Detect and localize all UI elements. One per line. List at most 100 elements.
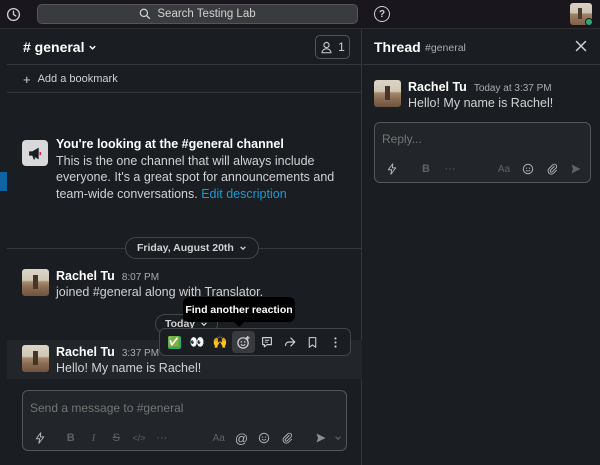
add-bookmark-button[interactable]: + Add a bookmark: [7, 66, 362, 93]
mention-icon[interactable]: @: [230, 429, 253, 447]
toolbar-separator: [52, 429, 60, 447]
plus-icon: +: [23, 71, 31, 87]
message-author[interactable]: Rachel Tu: [408, 80, 467, 94]
save-message-button[interactable]: [302, 331, 324, 353]
share-message-button[interactable]: [279, 331, 301, 353]
send-button[interactable]: [564, 160, 588, 178]
channel-intro-text: You're looking at the #general channel T…: [56, 136, 356, 202]
message-author[interactable]: Rachel Tu: [56, 269, 115, 283]
thread-channel-link[interactable]: #general: [425, 42, 466, 54]
message-composer: B I S </> ··· Aa @: [22, 390, 347, 451]
forward-arrow-icon: [284, 337, 296, 347]
eyes-emoji-icon: 👀: [189, 335, 205, 349]
smiley-icon: [522, 163, 534, 175]
avatar-figure: [385, 86, 390, 100]
text-format-icon[interactable]: Aa: [207, 429, 230, 447]
reply-toolbar: B ··· Aa: [380, 160, 590, 178]
send-options-button[interactable]: [333, 429, 344, 447]
bookmark-icon: [309, 336, 317, 348]
avatar-figure: [33, 275, 38, 289]
channel-name-button[interactable]: # general: [23, 39, 97, 55]
paperclip-icon: [282, 432, 293, 444]
shortcuts-button[interactable]: [380, 160, 404, 178]
emoji-button[interactable]: [253, 429, 276, 447]
paperclip-icon: [547, 163, 558, 175]
attach-button[interactable]: [276, 429, 299, 447]
close-thread-button[interactable]: [573, 38, 589, 54]
message-input[interactable]: [30, 401, 330, 415]
help-icon: ?: [378, 8, 386, 20]
chevron-down-icon: [335, 436, 342, 441]
send-icon: [316, 433, 326, 443]
send-icon: [571, 164, 581, 174]
strikethrough-icon[interactable]: S: [105, 429, 128, 447]
bold-icon[interactable]: B: [59, 429, 82, 447]
avatar-figure: [33, 351, 38, 365]
italic-icon[interactable]: I: [82, 429, 105, 447]
bold-icon[interactable]: B: [414, 160, 438, 178]
avatar[interactable]: [22, 345, 49, 372]
history-button[interactable]: [4, 5, 22, 23]
check-mark-icon: ✅: [167, 335, 181, 349]
tooltip: Find another reaction: [183, 297, 295, 327]
intro-heading-prefix: You're looking at the: [56, 137, 182, 151]
reply-input[interactable]: [382, 132, 582, 146]
thread-title: Thread: [374, 39, 421, 55]
person-icon: [321, 41, 332, 53]
edit-description-link[interactable]: Edit description: [201, 187, 286, 201]
chevron-down-icon: [239, 246, 246, 251]
intro-heading-suffix: channel: [233, 137, 284, 151]
attach-button[interactable]: [540, 160, 564, 178]
emoji-button[interactable]: [516, 160, 540, 178]
search-placeholder: Search Testing Lab: [157, 8, 256, 20]
code-icon[interactable]: </>: [128, 429, 151, 447]
message-text: Hello! My name is Rachel!: [56, 361, 202, 375]
intro-channel-link[interactable]: #general: [182, 137, 233, 151]
more-vertical-icon: [334, 336, 337, 348]
more-formatting-icon[interactable]: ···: [150, 429, 173, 447]
lightning-icon: [387, 163, 397, 175]
channel-pane: # general 1 + Add a bookmark You're look…: [7, 30, 362, 465]
composer-toolbar: B I S </> ··· Aa @: [29, 429, 344, 447]
date-divider-label: Friday, August 20th: [137, 242, 234, 254]
smiley-icon: [259, 432, 270, 444]
avatar[interactable]: [22, 269, 49, 296]
channel-name: # general: [23, 39, 85, 55]
search-icon: [140, 8, 151, 20]
channel-header: # general 1: [7, 30, 362, 65]
thread-pane: Thread #general Rachel Tu Today at 3:37 …: [363, 30, 600, 465]
reaction-check-button[interactable]: ✅: [163, 331, 185, 353]
top-bar: Search Testing Lab ?: [0, 0, 600, 29]
close-icon: [575, 40, 587, 52]
add-emoji-icon: [237, 335, 250, 349]
date-divider-button[interactable]: Friday, August 20th: [125, 237, 259, 259]
reaction-eyes-button[interactable]: 👀: [186, 331, 208, 353]
reply-in-thread-button[interactable]: [256, 331, 278, 353]
avatar-figure: [578, 8, 582, 19]
thread-header: Thread #general: [363, 30, 600, 65]
more-formatting-icon[interactable]: ···: [438, 160, 462, 178]
more-actions-button[interactable]: [325, 331, 347, 353]
reaction-raised-hands-button[interactable]: 🙌: [209, 331, 231, 353]
message-text: Hello! My name is Rachel!: [408, 96, 554, 110]
intro-body: This is the one channel that will always…: [56, 153, 335, 201]
add-reaction-button[interactable]: [232, 331, 255, 353]
thread-icon: [261, 337, 272, 348]
help-button[interactable]: ?: [374, 6, 390, 22]
toolbar-separator: [404, 160, 414, 178]
member-count: 1: [338, 40, 345, 54]
search-bar[interactable]: Search Testing Lab: [37, 4, 358, 24]
shortcuts-button[interactable]: [29, 429, 52, 447]
message-author[interactable]: Rachel Tu: [56, 345, 115, 359]
add-bookmark-label: Add a bookmark: [37, 73, 118, 85]
message-timestamp[interactable]: Today at 3:37 PM: [474, 83, 552, 94]
message-timestamp[interactable]: 3:37 PM: [122, 348, 159, 359]
text-format-icon[interactable]: Aa: [492, 160, 516, 178]
members-button[interactable]: 1: [315, 35, 350, 59]
message-timestamp[interactable]: 8:07 PM: [122, 272, 159, 283]
avatar[interactable]: [374, 80, 401, 107]
send-button[interactable]: [310, 429, 333, 447]
